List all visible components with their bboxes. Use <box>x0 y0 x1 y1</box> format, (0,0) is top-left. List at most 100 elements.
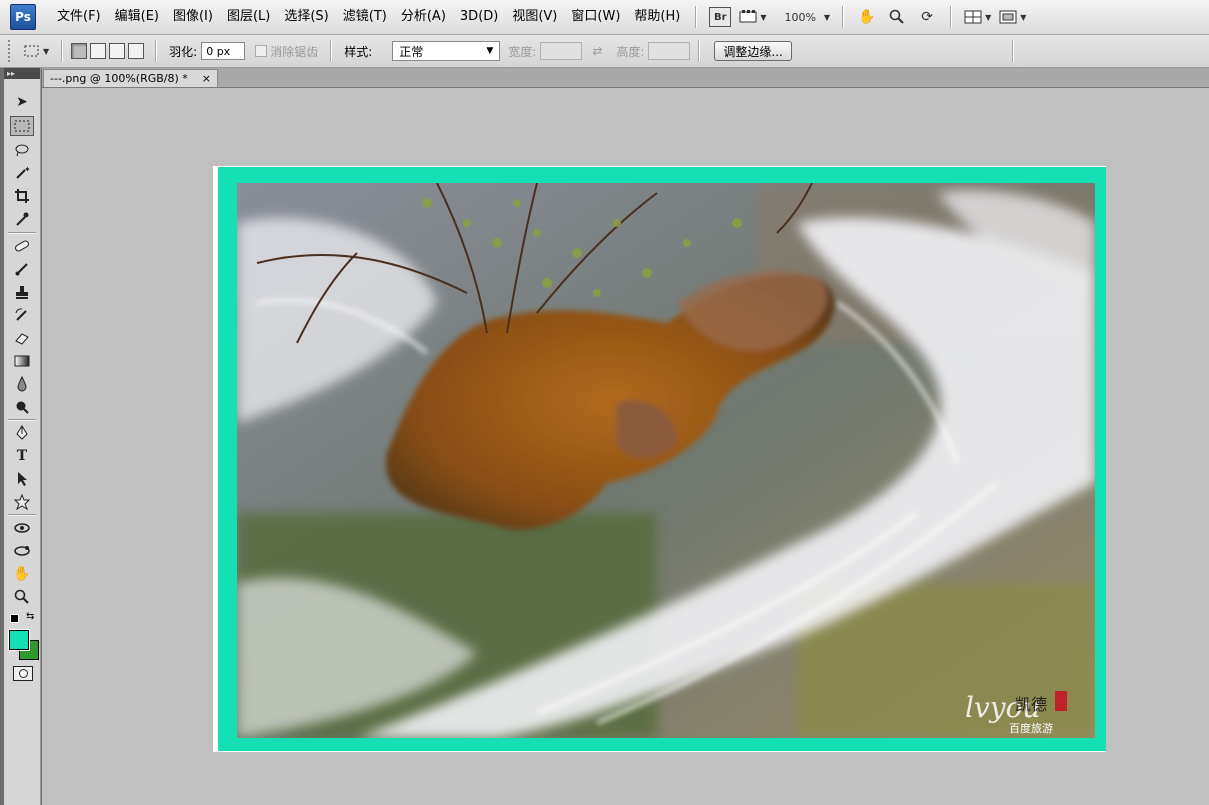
zoom-level-value: 100% <box>784 10 816 24</box>
photoshop-logo: Ps <box>10 4 36 30</box>
type-tool-icon[interactable]: T <box>10 446 34 466</box>
refine-edge-button[interactable]: 调整边缘... <box>714 41 792 61</box>
options-separator <box>1011 40 1014 62</box>
antialias-label: 消除锯齿 <box>270 44 319 59</box>
watermark-subtitle: 百度旅游 <box>1009 722 1053 735</box>
pen-tool-icon[interactable] <box>10 423 34 443</box>
shape-tool-icon[interactable] <box>10 492 34 512</box>
toolbox-separator <box>8 419 36 421</box>
3d-rotate-tool-icon[interactable] <box>10 518 34 538</box>
zoom-tool-button[interactable] <box>886 5 908 29</box>
menu-layer[interactable]: 图层(L) <box>220 0 277 34</box>
hand-tool-icon[interactable]: ✋ <box>10 564 34 584</box>
film-icon <box>739 10 757 23</box>
feather-label: 羽化: <box>169 44 198 59</box>
zoom-level-dropdown[interactable]: 100% ▼ <box>784 5 830 29</box>
3d-orbit-tool-icon[interactable] <box>10 541 34 561</box>
style-select[interactable]: 正常 ▼ <box>392 41 501 61</box>
rotate-view-icon: ⟳ <box>921 9 933 25</box>
options-separator <box>61 40 64 62</box>
document-canvas[interactable]: lvyou 凯德 百度旅游 <box>213 166 1106 752</box>
close-icon[interactable]: × <box>202 72 211 85</box>
arrange-documents-button[interactable]: ▼ <box>964 5 991 29</box>
marquee-rect-icon <box>24 45 39 57</box>
bridge-icon: Br <box>709 7 732 27</box>
svg-text:✦: ✦ <box>24 165 30 174</box>
menu-help[interactable]: 帮助(H) <box>627 0 687 34</box>
crop-tool-icon[interactable] <box>10 186 34 206</box>
add-to-selection-button[interactable] <box>90 43 107 59</box>
canvas-area[interactable]: lvyou 凯德 百度旅游 <box>42 88 1209 805</box>
new-selection-button[interactable] <box>71 43 88 59</box>
options-bar: ▼ 羽化: 消除锯齿 样式: 正常 ▼ 宽度: ⇄ 高度: 调整边缘... <box>0 35 1209 68</box>
options-separator <box>155 40 158 62</box>
menu-window[interactable]: 窗口(W) <box>564 0 627 34</box>
menu-3d[interactable]: 3D(D) <box>453 0 505 34</box>
width-label: 宽度: <box>508 44 537 59</box>
magic-wand-tool-icon[interactable]: ✦ <box>10 163 34 183</box>
gradient-tool-icon[interactable] <box>10 351 34 371</box>
foreground-color-swatch[interactable] <box>9 630 29 650</box>
document-tab[interactable]: ---.png @ 100%(RGB/8) * × <box>43 69 218 87</box>
height-input[interactable] <box>648 42 691 60</box>
toolbox-separator <box>8 514 36 516</box>
zoom-tool-icon[interactable] <box>10 587 34 607</box>
swap-icon[interactable]: ⇄ <box>592 44 602 58</box>
width-input[interactable] <box>540 42 583 60</box>
eyedropper-tool-icon[interactable] <box>10 209 34 229</box>
options-separator <box>698 40 701 62</box>
rotate-view-button[interactable]: ⟳ <box>916 5 938 29</box>
chevron-down-icon: ▼ <box>486 46 494 56</box>
chevron-down-icon: ▼ <box>43 46 50 56</box>
options-grip[interactable] <box>8 40 16 62</box>
waterfall-photo-image <box>237 183 1095 738</box>
menu-separator <box>842 6 845 28</box>
default-colors-icon[interactable] <box>10 614 19 623</box>
move-tool-icon[interactable]: ➤ <box>10 92 34 112</box>
menu-select[interactable]: 选择(S) <box>277 0 335 34</box>
hand-icon: ✋ <box>858 9 876 25</box>
clone-stamp-tool-icon[interactable] <box>10 282 34 302</box>
chevron-down-icon: ▼ <box>823 12 831 22</box>
path-selection-tool-icon[interactable] <box>10 469 34 489</box>
chevron-down-icon: ▼ <box>1020 12 1027 22</box>
menu-edit[interactable]: 编辑(E) <box>108 0 166 34</box>
lasso-tool-icon[interactable] <box>10 140 34 160</box>
menu-file[interactable]: 文件(F) <box>50 0 108 34</box>
style-select-value: 正常 <box>399 44 424 59</box>
options-separator <box>330 40 333 62</box>
history-brush-tool-icon[interactable] <box>10 305 34 325</box>
menu-analysis[interactable]: 分析(A) <box>394 0 453 34</box>
menu-view[interactable]: 视图(V) <box>505 0 564 34</box>
tool-preset-picker[interactable]: ▼ <box>24 39 49 63</box>
screen-mode-button[interactable]: ▼ <box>999 5 1026 29</box>
watermark-name: 凯德 <box>1015 695 1048 714</box>
style-label: 样式: <box>344 44 373 59</box>
teal-border-frame: lvyou 凯德 百度旅游 <box>218 167 1106 751</box>
feather-input[interactable] <box>201 42 246 60</box>
toolbox-separator <box>8 232 36 234</box>
swap-colors-icon[interactable]: ⇆ <box>26 611 34 622</box>
healing-brush-tool-icon[interactable] <box>10 236 34 256</box>
eraser-tool-icon[interactable] <box>10 328 34 348</box>
tools-panel: ▸▸ ➤ ✦ T ✋ ⇆ <box>0 68 42 805</box>
subtract-from-selection-button[interactable] <box>109 43 126 59</box>
quick-mask-icon[interactable] <box>13 666 33 681</box>
menu-filter[interactable]: 滤镜(T) <box>336 0 394 34</box>
blur-tool-icon[interactable] <box>10 374 34 394</box>
menu-image[interactable]: 图像(I) <box>166 0 220 34</box>
antialias-checkbox[interactable] <box>255 45 268 57</box>
menu-separator <box>950 6 953 28</box>
bridge-button[interactable]: Br <box>709 5 732 29</box>
watermark-seal <box>1055 691 1067 711</box>
screen-mode-icon <box>999 10 1017 24</box>
document-tab-title: ---.png @ 100%(RGB/8) * <box>50 72 188 85</box>
dodge-tool-icon[interactable] <box>10 397 34 417</box>
rect-marquee-tool-icon[interactable] <box>10 116 34 136</box>
intersect-selection-button[interactable] <box>128 43 145 59</box>
toolbox-collapse-icon[interactable]: ▸▸ <box>4 68 40 79</box>
minibridge-button[interactable]: ▼ <box>739 5 766 29</box>
hand-tool-button[interactable]: ✋ <box>856 5 878 29</box>
brush-tool-icon[interactable] <box>10 259 34 279</box>
toolbox: ▸▸ ➤ ✦ T ✋ ⇆ <box>4 68 41 805</box>
